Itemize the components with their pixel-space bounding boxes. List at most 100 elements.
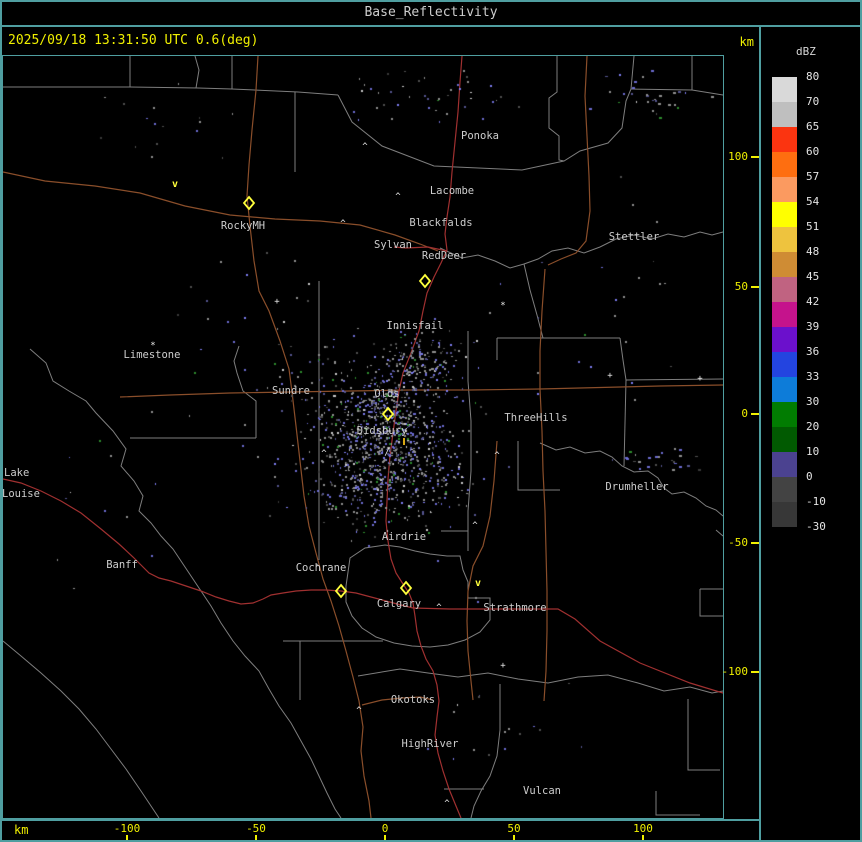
colorbar-cell — [772, 227, 797, 252]
right-axis-unit: km — [739, 35, 754, 49]
colorbar-cell — [772, 477, 797, 502]
right-axis-tick-label: -100 — [721, 665, 749, 678]
title-bar: Base_Reflectivity — [0, 0, 862, 25]
colorbar-cell — [772, 177, 797, 202]
radar-site-marker — [418, 273, 432, 289]
colorbar-cell — [772, 252, 797, 277]
right-axis-tick-mark — [751, 671, 759, 673]
point-marker: * — [150, 341, 155, 351]
colorbar-value-label: 20 — [806, 420, 820, 433]
city-label: Drumheller — [605, 481, 668, 493]
city-label: Lacombe — [430, 185, 474, 197]
city-label: Louise — [3, 488, 40, 500]
radar-application-window: Base_Reflectivity 2025/09/18 13:31:50 UT… — [0, 0, 862, 842]
point-marker: ^ — [444, 799, 450, 809]
bottom-axis-tick-label: 100 — [633, 822, 653, 835]
colorbar-value-label: 42 — [806, 295, 820, 308]
city-label: Vulcan — [523, 785, 561, 797]
colorbar-value-label: 54 — [806, 195, 820, 208]
colorbar-cell — [772, 352, 797, 377]
bottom-axis-tick-label: 50 — [507, 822, 521, 835]
colorbar-cell — [772, 302, 797, 327]
city-label: Sylvan — [374, 239, 412, 251]
colorbar-value-label: 57 — [806, 170, 820, 183]
right-axis-tick-label: 0 — [741, 407, 748, 420]
right-axis-tick-label: 50 — [734, 280, 748, 293]
point-marker: / — [384, 448, 389, 458]
city-label: Ponoka — [461, 130, 499, 142]
colorbar-value-label: 36 — [806, 345, 820, 358]
title-divider — [0, 25, 862, 27]
right-axis-tick-label: -50 — [728, 536, 748, 549]
right-axis-tick-mark — [751, 413, 759, 415]
colorbar-value-label: 45 — [806, 270, 820, 283]
point-marker: ^ — [356, 706, 362, 716]
dash-marker — [403, 438, 405, 445]
radar-site-marker — [381, 406, 395, 422]
colorbar-cell — [772, 427, 797, 452]
v-marker: v — [172, 179, 178, 190]
v-marker: v — [475, 578, 481, 589]
radar-site-marker — [334, 583, 348, 599]
point-marker: ^ — [494, 451, 500, 461]
colorbar-value-label: 48 — [806, 245, 820, 258]
colorbar-value-label: 30 — [806, 395, 820, 408]
point-marker: ^ — [472, 521, 478, 531]
city-label: Innisfail — [387, 320, 444, 332]
point-marker: ^ — [436, 603, 442, 613]
frame-top — [0, 0, 862, 2]
right-axis-tick-mark — [751, 542, 759, 544]
city-label: Sundre — [272, 385, 310, 397]
colorbar-cell — [772, 502, 797, 527]
city-label: Okotoks — [391, 694, 435, 706]
bottom-axis-divider — [0, 819, 760, 821]
city-label: Strathmore — [483, 602, 546, 614]
radar-map-view[interactable]: Ponoka Lacombe Blackfalds Sylvan RedDeer Stet… — [2, 55, 724, 819]
colorbar-value-label: -30 — [806, 520, 826, 533]
point-marker: ^ — [362, 142, 368, 152]
point-marker: * — [500, 301, 505, 311]
point-marker: + — [697, 374, 703, 384]
radar-site-marker — [399, 580, 413, 596]
city-label: Cochrane — [296, 562, 347, 574]
colorbar-value-label: 39 — [806, 320, 820, 333]
colorbar-value-label: 60 — [806, 145, 820, 158]
window-title: Base_Reflectivity — [364, 5, 498, 20]
city-label: Blackfalds — [409, 217, 472, 229]
map-annotation-layer: Ponoka Lacombe Blackfalds Sylvan RedDeer Stet… — [3, 130, 703, 809]
city-label: RockyMH — [221, 220, 265, 232]
city-label: Airdrie — [382, 531, 426, 543]
point-marker: + — [607, 371, 613, 381]
colorbar-value-label: 70 — [806, 95, 820, 108]
colorbar-value-label: 10 — [806, 445, 820, 458]
city-label: Banff — [106, 559, 138, 571]
colorbar-cell — [772, 202, 797, 227]
colorbar-value-label: 65 — [806, 120, 820, 133]
colorbar-cell — [772, 277, 797, 302]
point-marker: ^ — [321, 449, 327, 459]
right-axis-tick-label: 100 — [728, 150, 748, 163]
city-label: Calgary — [377, 598, 421, 610]
colorbar-cell — [772, 77, 797, 102]
colorbar-cell — [772, 327, 797, 352]
colorbar-cell — [772, 102, 797, 127]
right-axis-tick-mark — [751, 286, 759, 288]
colorbar-value-label: 33 — [806, 370, 820, 383]
point-marker: + — [274, 297, 280, 307]
point-marker: ^ — [395, 192, 401, 202]
point-marker: + — [500, 661, 506, 671]
city-label: RedDeer — [422, 250, 466, 262]
radar-site-marker — [242, 195, 256, 211]
colorbar-cell — [772, 377, 797, 402]
city-label: Olds — [374, 388, 399, 400]
city-label: Didsbury — [357, 425, 408, 437]
frame-left — [0, 0, 2, 842]
colorbar-value-label: 80 — [806, 70, 820, 83]
colorbar-cell — [772, 127, 797, 152]
bottom-axis-tick-label: -100 — [113, 822, 141, 835]
colorbar-value-label: -10 — [806, 495, 826, 508]
panel-divider — [759, 25, 761, 842]
colorbar-cell — [772, 452, 797, 477]
city-label: HighRiver — [402, 738, 459, 750]
bottom-axis-unit: km — [14, 823, 29, 837]
